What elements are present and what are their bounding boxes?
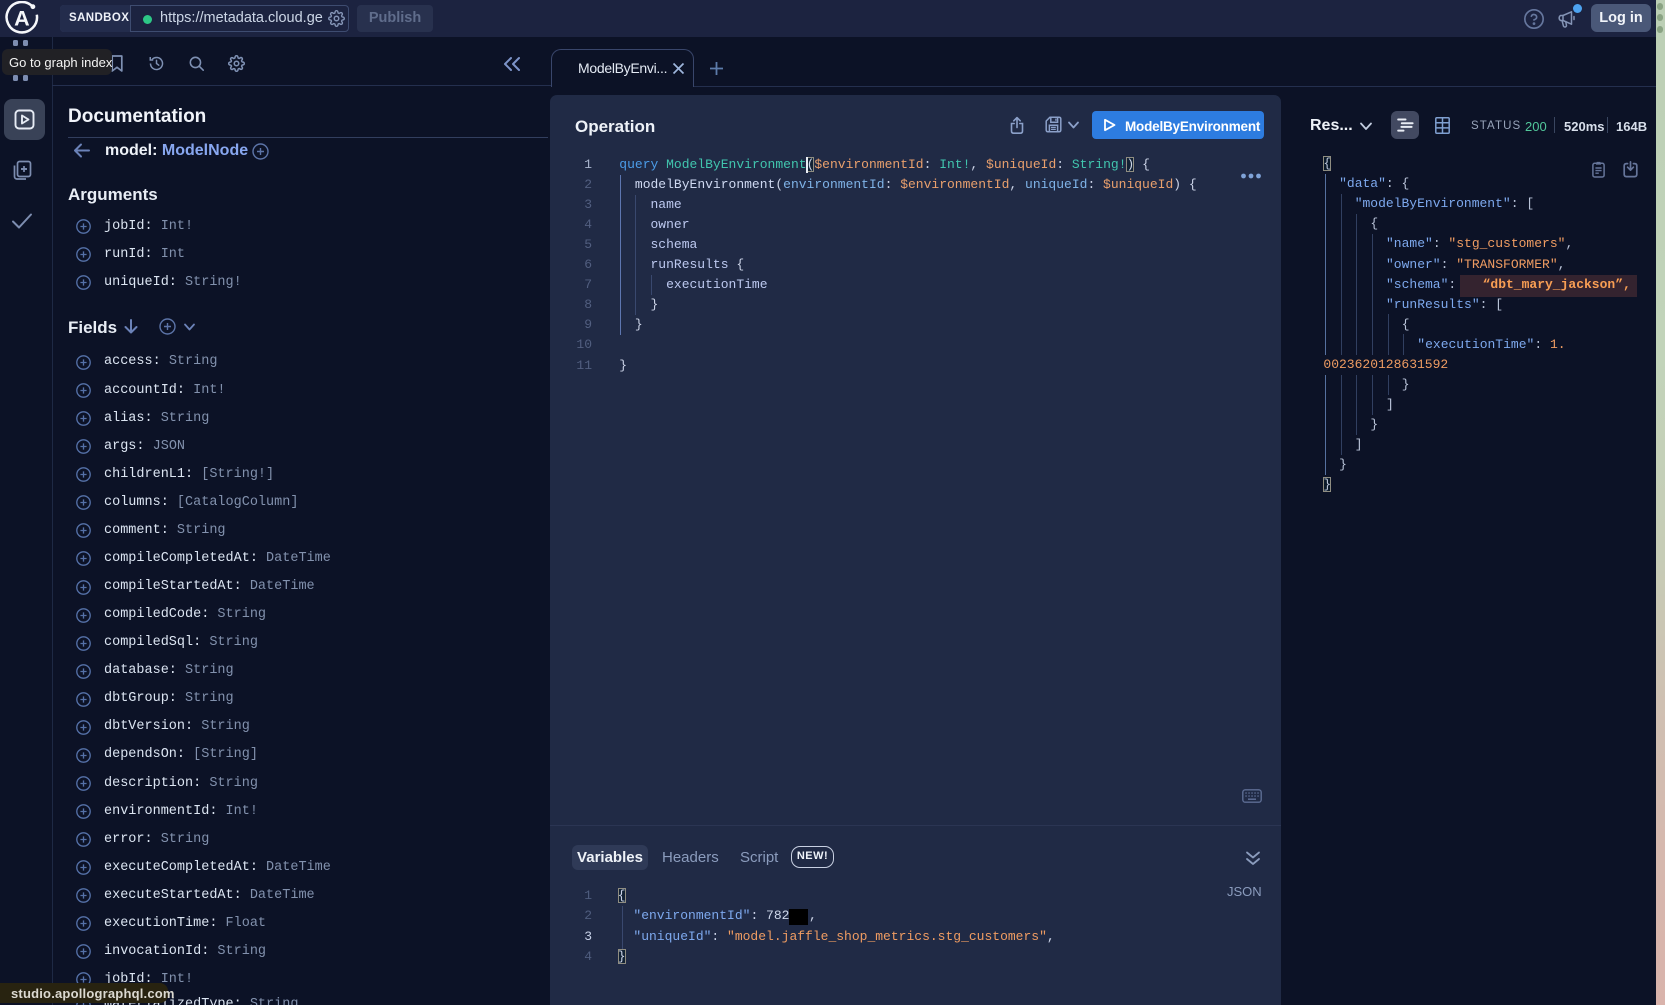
svg-text:A: A [14, 7, 30, 31]
